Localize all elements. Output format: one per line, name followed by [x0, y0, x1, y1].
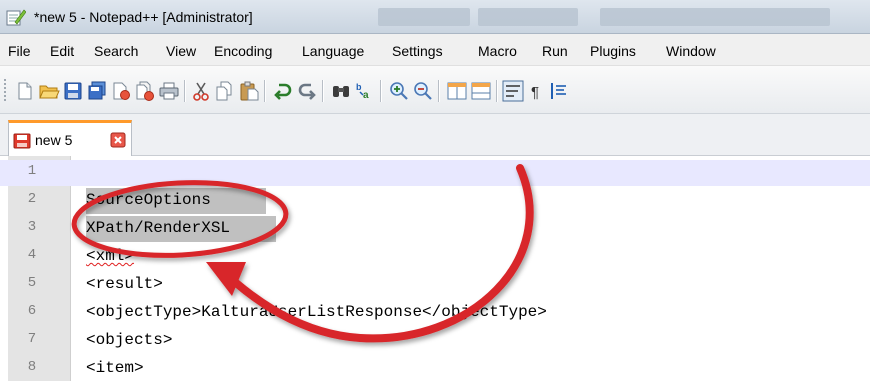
menu-encoding[interactable]: Encoding — [214, 43, 272, 59]
line-text: <objectType>KalturaUserListResponse</obj… — [86, 303, 547, 321]
menu-macro[interactable]: Macro — [478, 43, 517, 59]
sync-horizontal-icon[interactable] — [470, 80, 492, 102]
toolbar-separator — [184, 80, 185, 102]
tab-new-5[interactable]: new 5 — [8, 120, 132, 156]
menu-search[interactable]: Search — [94, 43, 138, 59]
toolbar-separator — [264, 80, 265, 102]
line-text: <item> — [86, 359, 144, 377]
menu-run[interactable]: Run — [542, 43, 568, 59]
editor-line[interactable]: 3 XPath/RenderXSL — [0, 216, 870, 242]
svg-text:b: b — [356, 82, 362, 92]
save-icon[interactable] — [62, 80, 84, 102]
line-number: 8 — [27, 359, 37, 375]
copy-icon[interactable] — [214, 80, 236, 102]
redo-icon[interactable] — [296, 80, 318, 102]
unsaved-file-icon — [13, 133, 31, 149]
cut-icon[interactable] — [190, 80, 212, 102]
close-tab-icon[interactable] — [110, 132, 126, 148]
editor-line[interactable]: 2 SourceOptions — [0, 188, 870, 214]
indent-guide-icon[interactable] — [548, 80, 570, 102]
line-number: 5 — [27, 275, 37, 291]
svg-text:a: a — [363, 90, 369, 101]
svg-text:¶: ¶ — [531, 84, 539, 101]
print-icon[interactable] — [158, 80, 180, 102]
zoom-out-icon[interactable] — [412, 80, 434, 102]
line-text: <xml> — [86, 247, 135, 265]
close-all-icon[interactable] — [134, 80, 156, 102]
toolbar-separator — [438, 80, 439, 102]
editor-line[interactable]: 6 <objectType>KalturaUserListResponse</o… — [0, 300, 870, 326]
line-text: <objects> — [86, 331, 173, 349]
find-icon[interactable] — [330, 80, 352, 102]
menu-view[interactable]: View — [166, 43, 196, 59]
line-number: 4 — [27, 247, 37, 263]
save-all-icon[interactable] — [86, 80, 108, 102]
notepad-app-icon — [6, 9, 26, 26]
toolbar-separator — [380, 80, 381, 102]
background-window-tab — [478, 8, 578, 26]
line-number: 2 — [27, 191, 37, 207]
paste-icon[interactable] — [238, 80, 260, 102]
tab-label: new 5 — [35, 132, 73, 148]
toolbar-separator — [496, 80, 497, 102]
show-all-chars-icon[interactable]: ¶ — [526, 80, 548, 102]
line-text: SourceOptions — [86, 191, 211, 209]
document-tab-bar: new 5 — [0, 114, 870, 156]
zoom-in-icon[interactable] — [388, 80, 410, 102]
close-icon[interactable] — [110, 80, 132, 102]
replace-icon[interactable]: b a — [354, 80, 376, 102]
menu-plugins[interactable]: Plugins — [590, 43, 636, 59]
toolbar-grip[interactable] — [3, 78, 7, 102]
word-wrap-icon[interactable] — [502, 80, 524, 102]
undo-icon[interactable] — [272, 80, 294, 102]
line-number: 3 — [27, 219, 37, 235]
editor-line[interactable]: 4 <xml> — [0, 244, 870, 270]
toolbar: b a ¶ — [0, 66, 870, 114]
menu-window[interactable]: Window — [666, 43, 716, 59]
editor-line[interactable]: 8 <item> — [0, 356, 870, 382]
menu-settings[interactable]: Settings — [392, 43, 443, 59]
line-number: 6 — [27, 303, 37, 319]
editor-line[interactable]: 5 <result> — [0, 272, 870, 298]
text-editor[interactable]: 1 2 SourceOptions 3 XPath/RenderXSL 4 <x… — [0, 156, 870, 381]
line-number: 7 — [27, 331, 37, 347]
menu-file[interactable]: File — [8, 43, 31, 59]
editor-line[interactable]: 1 — [0, 160, 870, 186]
title-bar: *new 5 - Notepad++ [Administrator] — [0, 0, 870, 34]
menu-edit[interactable]: Edit — [50, 43, 74, 59]
line-text: XPath/RenderXSL — [86, 219, 231, 237]
menu-bar: File Edit Search View Encoding Language … — [0, 34, 870, 66]
sync-vertical-icon[interactable] — [446, 80, 468, 102]
background-window-tab — [600, 8, 830, 26]
editor-line[interactable]: 7 <objects> — [0, 328, 870, 354]
line-text: <result> — [86, 275, 163, 293]
open-file-icon[interactable] — [38, 80, 60, 102]
new-file-icon[interactable] — [14, 80, 36, 102]
menu-language[interactable]: Language — [302, 43, 364, 59]
background-window-tab — [378, 8, 470, 26]
toolbar-separator — [322, 80, 323, 102]
window-title: *new 5 - Notepad++ [Administrator] — [34, 9, 253, 25]
line-number: 1 — [27, 163, 37, 179]
